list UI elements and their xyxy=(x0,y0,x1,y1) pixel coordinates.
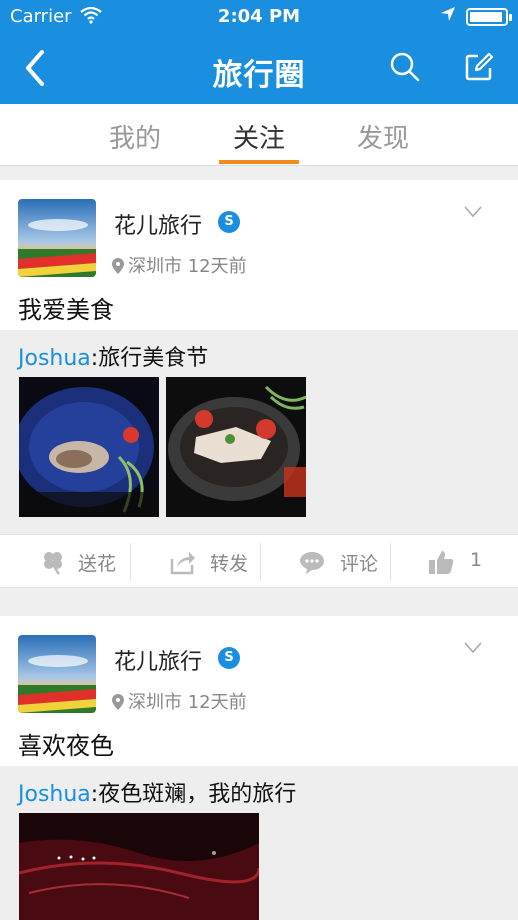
post-location-time: 深圳市 12天前 xyxy=(128,256,247,277)
comment-icon xyxy=(299,549,325,575)
tab-discover[interactable]: 发现 xyxy=(338,118,428,155)
avatar[interactable] xyxy=(18,199,96,277)
chevron-down-icon[interactable] xyxy=(463,640,483,654)
avatar[interactable] xyxy=(18,635,96,713)
repost-user-link[interactable]: Joshua xyxy=(18,346,91,371)
search-icon[interactable] xyxy=(388,50,422,84)
clover-icon xyxy=(40,549,66,575)
repost-text: :夜色斑斓，我的旅行 xyxy=(90,782,297,807)
verified-badge: S xyxy=(218,647,240,669)
chevron-down-icon[interactable] xyxy=(463,204,483,218)
repost-user-link[interactable]: Joshua xyxy=(18,782,91,807)
nav-bar: 旅行圈 xyxy=(0,34,518,104)
post-action-bar: 送花 转发 评论 1 xyxy=(0,534,518,588)
tab-mine[interactable]: 我的 xyxy=(90,118,180,155)
photo-thumbnail[interactable] xyxy=(19,377,159,517)
share-icon xyxy=(169,549,195,575)
post-meta: 深圳市 12天前 xyxy=(112,688,247,714)
comment-button[interactable]: 评论 xyxy=(261,535,391,589)
location-arrow-icon xyxy=(440,6,456,27)
author-name[interactable]: 花儿旅行 xyxy=(114,208,202,240)
author-name[interactable]: 花儿旅行 xyxy=(114,644,202,676)
repost-block[interactable]: Joshua:旅行美食节 xyxy=(0,330,518,534)
repost-block[interactable]: Joshua:夜色斑斓，我的旅行 xyxy=(0,766,518,920)
photo-thumbnail[interactable] xyxy=(166,377,306,517)
location-pin-icon xyxy=(112,694,124,710)
post-location-time: 深圳市 12天前 xyxy=(128,692,247,713)
comment-label: 评论 xyxy=(340,553,379,575)
send-flower-button[interactable]: 送花 xyxy=(0,535,130,589)
compose-icon[interactable] xyxy=(462,50,496,84)
thumbs-up-icon xyxy=(428,549,454,575)
post-text: 我爱美食 xyxy=(18,296,114,324)
battery-icon xyxy=(466,8,512,26)
photo-thumbnail[interactable] xyxy=(19,813,259,920)
send-flower-label: 送花 xyxy=(78,553,117,575)
share-button[interactable]: 转发 xyxy=(131,535,261,589)
page-title: 旅行圈 xyxy=(212,58,306,93)
post-text: 喜欢夜色 xyxy=(18,732,114,760)
post-card: 花儿旅行 S 深圳市 12天前 喜欢夜色 Joshua:夜色斑斓，我的旅行 xyxy=(0,616,518,920)
tab-bar: 我的 关注 发现 xyxy=(0,104,518,166)
share-label: 转发 xyxy=(210,553,249,575)
status-bar: Carrier 2:04 PM xyxy=(0,0,518,34)
repost-caption: Joshua:旅行美食节 xyxy=(18,340,208,372)
repost-text: :旅行美食节 xyxy=(90,346,209,371)
tab-following[interactable]: 关注 xyxy=(214,118,304,155)
repost-caption: Joshua:夜色斑斓，我的旅行 xyxy=(18,776,296,808)
location-pin-icon xyxy=(112,258,124,274)
verified-badge: S xyxy=(218,211,240,233)
active-tab-indicator xyxy=(219,160,299,164)
post-meta: 深圳市 12天前 xyxy=(112,252,247,278)
like-count: 1 xyxy=(470,549,483,571)
post-card: 花儿旅行 S 深圳市 12天前 我爱美食 Joshua:旅行美食节 xyxy=(0,180,518,588)
app-header: Carrier 2:04 PM 旅行圈 xyxy=(0,0,518,104)
like-button[interactable]: 1 xyxy=(391,535,518,589)
